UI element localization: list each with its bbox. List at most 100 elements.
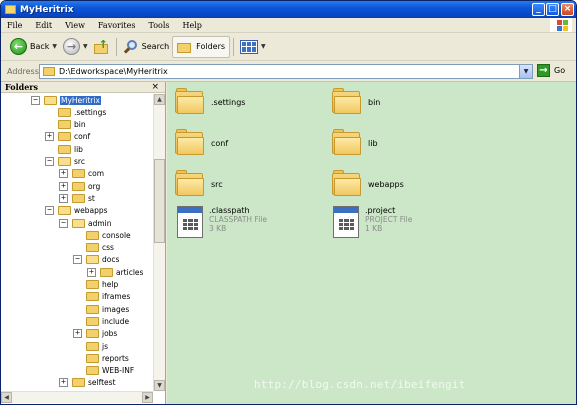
folder-item[interactable]: webapps [332,170,404,196]
views-button[interactable]: ▼ [237,36,269,58]
up-button[interactable]: ↑ [91,36,113,58]
expand-icon[interactable]: + [59,378,68,388]
folder-item[interactable]: lib [332,129,378,155]
file-size: 1 KB [365,224,383,233]
tree-item-label: WEB-INF [102,366,135,376]
scroll-down-icon[interactable]: ▼ [154,380,165,391]
close-button[interactable]: × [561,3,574,16]
tree-item[interactable]: − src [45,156,85,168]
collapse-icon[interactable]: − [45,206,54,216]
folder-icon [58,144,71,154]
folders-pane-title: Folders [5,82,39,92]
tree-item[interactable]: images [73,303,129,315]
tree-item[interactable]: + conf [45,131,90,143]
folder-name: .settings [211,98,246,107]
menu-help[interactable]: Help [183,21,202,30]
menu-edit[interactable]: Edit [35,21,52,30]
tree-item[interactable]: + selftest [59,377,116,389]
folder-item[interactable]: conf [175,129,228,155]
expand-icon[interactable]: + [45,132,54,142]
tree-item-label: .settings [74,107,107,117]
tree-item[interactable]: console [73,229,131,241]
tree-item[interactable]: − docs [73,254,119,266]
tree-item[interactable]: help [73,279,118,291]
file-details: .classpath CLASSPATH File 3 KB [209,206,267,233]
folder-icon [332,88,362,114]
scroll-left-icon[interactable]: ◀ [1,392,12,403]
tree-item[interactable]: lib [45,143,83,155]
folder-icon [86,230,99,240]
expand-icon[interactable]: + [59,169,68,179]
menu-view[interactable]: View [65,21,85,30]
tree-item[interactable]: iframes [73,291,130,303]
tree-item[interactable]: WEB-INF [73,365,134,377]
expand-icon[interactable]: + [87,267,96,277]
folder-item[interactable]: src [175,170,223,196]
back-button[interactable]: ← Back ▼ [7,36,60,58]
forward-button[interactable]: → ▼ [60,36,91,58]
tree-item-label: jobs [102,329,118,339]
views-icon [240,39,259,54]
collapse-icon[interactable]: − [45,157,54,166]
toolbar: ← Back ▼ → ▼ ↑ Search Folders ▼ [1,33,576,61]
tree-item[interactable]: css [73,242,114,254]
chevron-down-icon[interactable]: ▼ [261,43,266,50]
tree-item[interactable]: + org [59,180,100,192]
vertical-scrollbar[interactable]: ▲ ▼ [153,94,165,391]
scroll-thumb[interactable] [154,159,165,243]
menu-file[interactable]: File [7,21,22,30]
title-bar[interactable]: MyHeritrix _ □ × [1,1,576,18]
maximize-button[interactable]: □ [546,3,559,16]
tree-item[interactable]: + articles [87,266,143,278]
horizontal-scrollbar[interactable]: ◀ ▶ [1,391,153,403]
tree-item[interactable]: js [73,340,108,352]
tree-item[interactable]: − MyHeritrix [31,94,101,106]
tree-item[interactable]: + jobs [73,328,117,340]
collapse-icon[interactable]: − [59,218,68,228]
folder-icon [175,88,205,114]
explorer-window: MyHeritrix _ □ × File Edit View Favorite… [0,0,577,405]
forward-arrow-icon: → [63,38,81,55]
tree-item-label: admin [88,218,112,228]
tree-item-label: docs [102,255,120,265]
folder-item[interactable]: .settings [175,88,245,114]
file-item[interactable]: .project PROJECT File 1 KB [333,206,412,238]
scroll-up-icon[interactable]: ▲ [154,94,165,105]
tree-item[interactable]: bin [45,119,86,131]
go-button[interactable]: → Go [537,64,565,77]
menu-favorites[interactable]: Favorites [98,21,136,30]
tree-item[interactable]: + com [59,168,104,180]
folders-button[interactable]: Folders [172,35,231,58]
expand-icon[interactable]: + [59,193,68,203]
scroll-right-icon[interactable]: ▶ [142,392,153,403]
folder-item[interactable]: bin [332,88,380,114]
close-icon[interactable]: × [151,82,159,92]
collapse-icon[interactable]: − [73,255,82,265]
address-input[interactable]: D:\Edworkspace\MyHeritrix ▼ [39,64,533,79]
tree-item[interactable]: − admin [59,217,112,229]
tree-item[interactable]: include [73,315,129,327]
chevron-down-icon[interactable]: ▼ [83,43,88,50]
chevron-down-icon[interactable]: ▼ [52,43,57,50]
chevron-down-icon[interactable]: ▼ [519,65,532,78]
folders-icon [177,40,193,54]
tree-item-label: include [102,316,130,326]
tree-item[interactable]: .settings [45,106,106,118]
file-item[interactable]: .classpath CLASSPATH File 3 KB [177,206,267,238]
minimize-button[interactable]: _ [532,3,545,16]
collapse-icon[interactable]: − [31,95,40,105]
expand-icon[interactable]: + [73,329,82,339]
back-arrow-icon: ← [10,38,27,55]
menu-tools[interactable]: Tools [148,21,169,30]
tree-item[interactable]: − webapps [45,205,108,217]
tree-item[interactable]: reports [73,352,129,364]
tree-item[interactable]: + st [59,192,95,204]
search-button[interactable]: Search [120,36,172,58]
tree-item-label: reports [102,353,129,363]
expand-icon[interactable]: + [59,181,68,191]
open-folder-icon [44,95,57,105]
